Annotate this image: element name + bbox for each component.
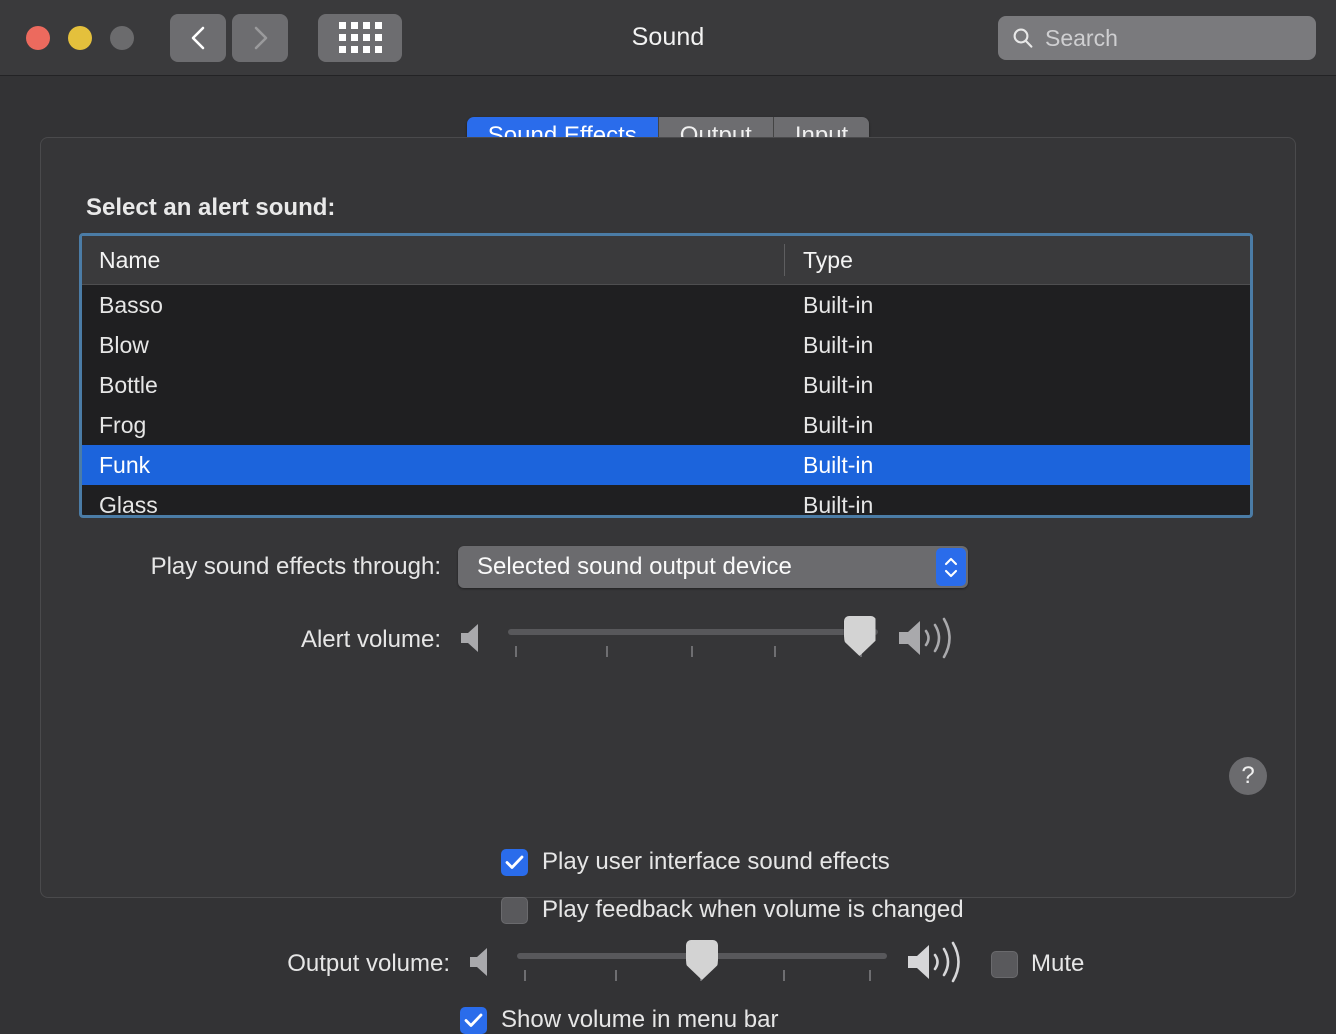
checkmark-icon [464,1013,483,1027]
cell-type: Built-in [803,451,874,478]
preference-pane-content: Sound Effects Output Input Select an ale… [0,76,1336,1034]
search-placeholder: Search [1045,24,1118,51]
select-alert-sound-label: Select an alert sound: [86,194,336,221]
cell-type: Built-in [803,331,874,358]
slider-ticks [508,646,878,657]
close-button[interactable] [26,25,50,50]
minimize-button[interactable] [68,25,92,50]
play-through-value: Selected sound output device [477,553,792,580]
volume-feedback-label: Play feedback when volume is changed [542,896,964,923]
window-titlebar: Sound Search [0,0,1336,76]
table-row[interactable]: Blow Built-in [82,325,1250,365]
forward-button[interactable] [232,13,288,62]
alert-volume-row: Alert volume: [104,614,962,666]
traffic-lights [26,25,134,50]
cell-type: Built-in [803,291,874,318]
show-volume-menubar-label: Show volume in menu bar [501,1006,779,1033]
checkbox-checked[interactable] [460,1006,487,1034]
zoom-button[interactable] [110,25,134,50]
output-volume-slider[interactable] [517,938,887,990]
chevron-updown-icon [936,548,966,586]
cell-name: Basso [99,291,163,318]
sound-effects-panel: Select an alert sound: Name Type Basso B… [40,137,1296,924]
cell-type: Built-in [803,371,874,398]
speaker-muted-icon [458,620,488,661]
checkbox-unchecked[interactable] [991,950,1018,978]
mute-label: Mute [1031,950,1085,977]
output-volume-row: Output volume: Mute [252,938,1084,990]
cell-name: Funk [99,451,151,478]
show-volume-menubar-checkbox-row[interactable]: Show volume in menu bar [460,1006,778,1034]
alert-volume-label: Alert volume: [300,626,441,653]
table-row[interactable]: Glass Built-in [82,485,1250,518]
alert-volume-slider[interactable] [508,614,878,666]
cell-type: Built-in [803,491,874,518]
table-body: Basso Built-in Blow Built-in Bottle Buil… [82,285,1250,518]
play-through-select[interactable]: Selected sound output device [458,546,968,588]
chevron-right-icon [254,26,268,49]
ui-sound-effects-checkbox-row[interactable]: Play user interface sound effects [501,848,890,876]
cell-name: Bottle [99,371,158,398]
search-icon [1013,28,1033,48]
slider-track[interactable] [508,629,878,635]
ui-sound-effects-label: Play user interface sound effects [542,848,890,875]
table-row[interactable]: Basso Built-in [82,285,1250,325]
search-field[interactable]: Search [998,16,1316,60]
checkbox-checked[interactable] [501,848,528,876]
cell-name: Glass [99,491,158,518]
volume-feedback-checkbox-row[interactable]: Play feedback when volume is changed [501,896,964,924]
alert-sound-table[interactable]: Name Type Basso Built-in Blow Built-in B… [79,233,1253,518]
speaker-loud-icon [905,939,971,990]
output-volume-label: Output volume: [287,950,450,977]
checkmark-icon [505,855,524,869]
speaker-loud-icon [896,615,962,666]
table-header: Name Type [82,236,1250,285]
speaker-muted-icon [467,944,497,985]
navigation-buttons [170,13,402,62]
table-row[interactable]: Bottle Built-in [82,365,1250,405]
back-button[interactable] [170,13,226,62]
chevron-left-icon [191,26,205,49]
show-all-button[interactable] [318,13,402,62]
mute-checkbox-row[interactable]: Mute [991,950,1084,978]
table-row[interactable]: Frog Built-in [82,405,1250,445]
column-header-name[interactable]: Name [82,247,784,274]
checkbox-unchecked[interactable] [501,896,528,924]
play-through-row: Play sound effects through: Selected sou… [104,546,968,588]
cell-type: Built-in [803,411,874,438]
grid-icon [338,22,382,53]
help-button[interactable]: ? [1229,757,1267,795]
play-through-label: Play sound effects through: [150,553,441,580]
cell-name: Frog [99,411,147,438]
cell-name: Blow [99,331,149,358]
column-separator[interactable] [784,244,785,276]
table-row-selected[interactable]: Funk Built-in [82,445,1250,485]
column-header-type[interactable]: Type [784,247,1250,274]
